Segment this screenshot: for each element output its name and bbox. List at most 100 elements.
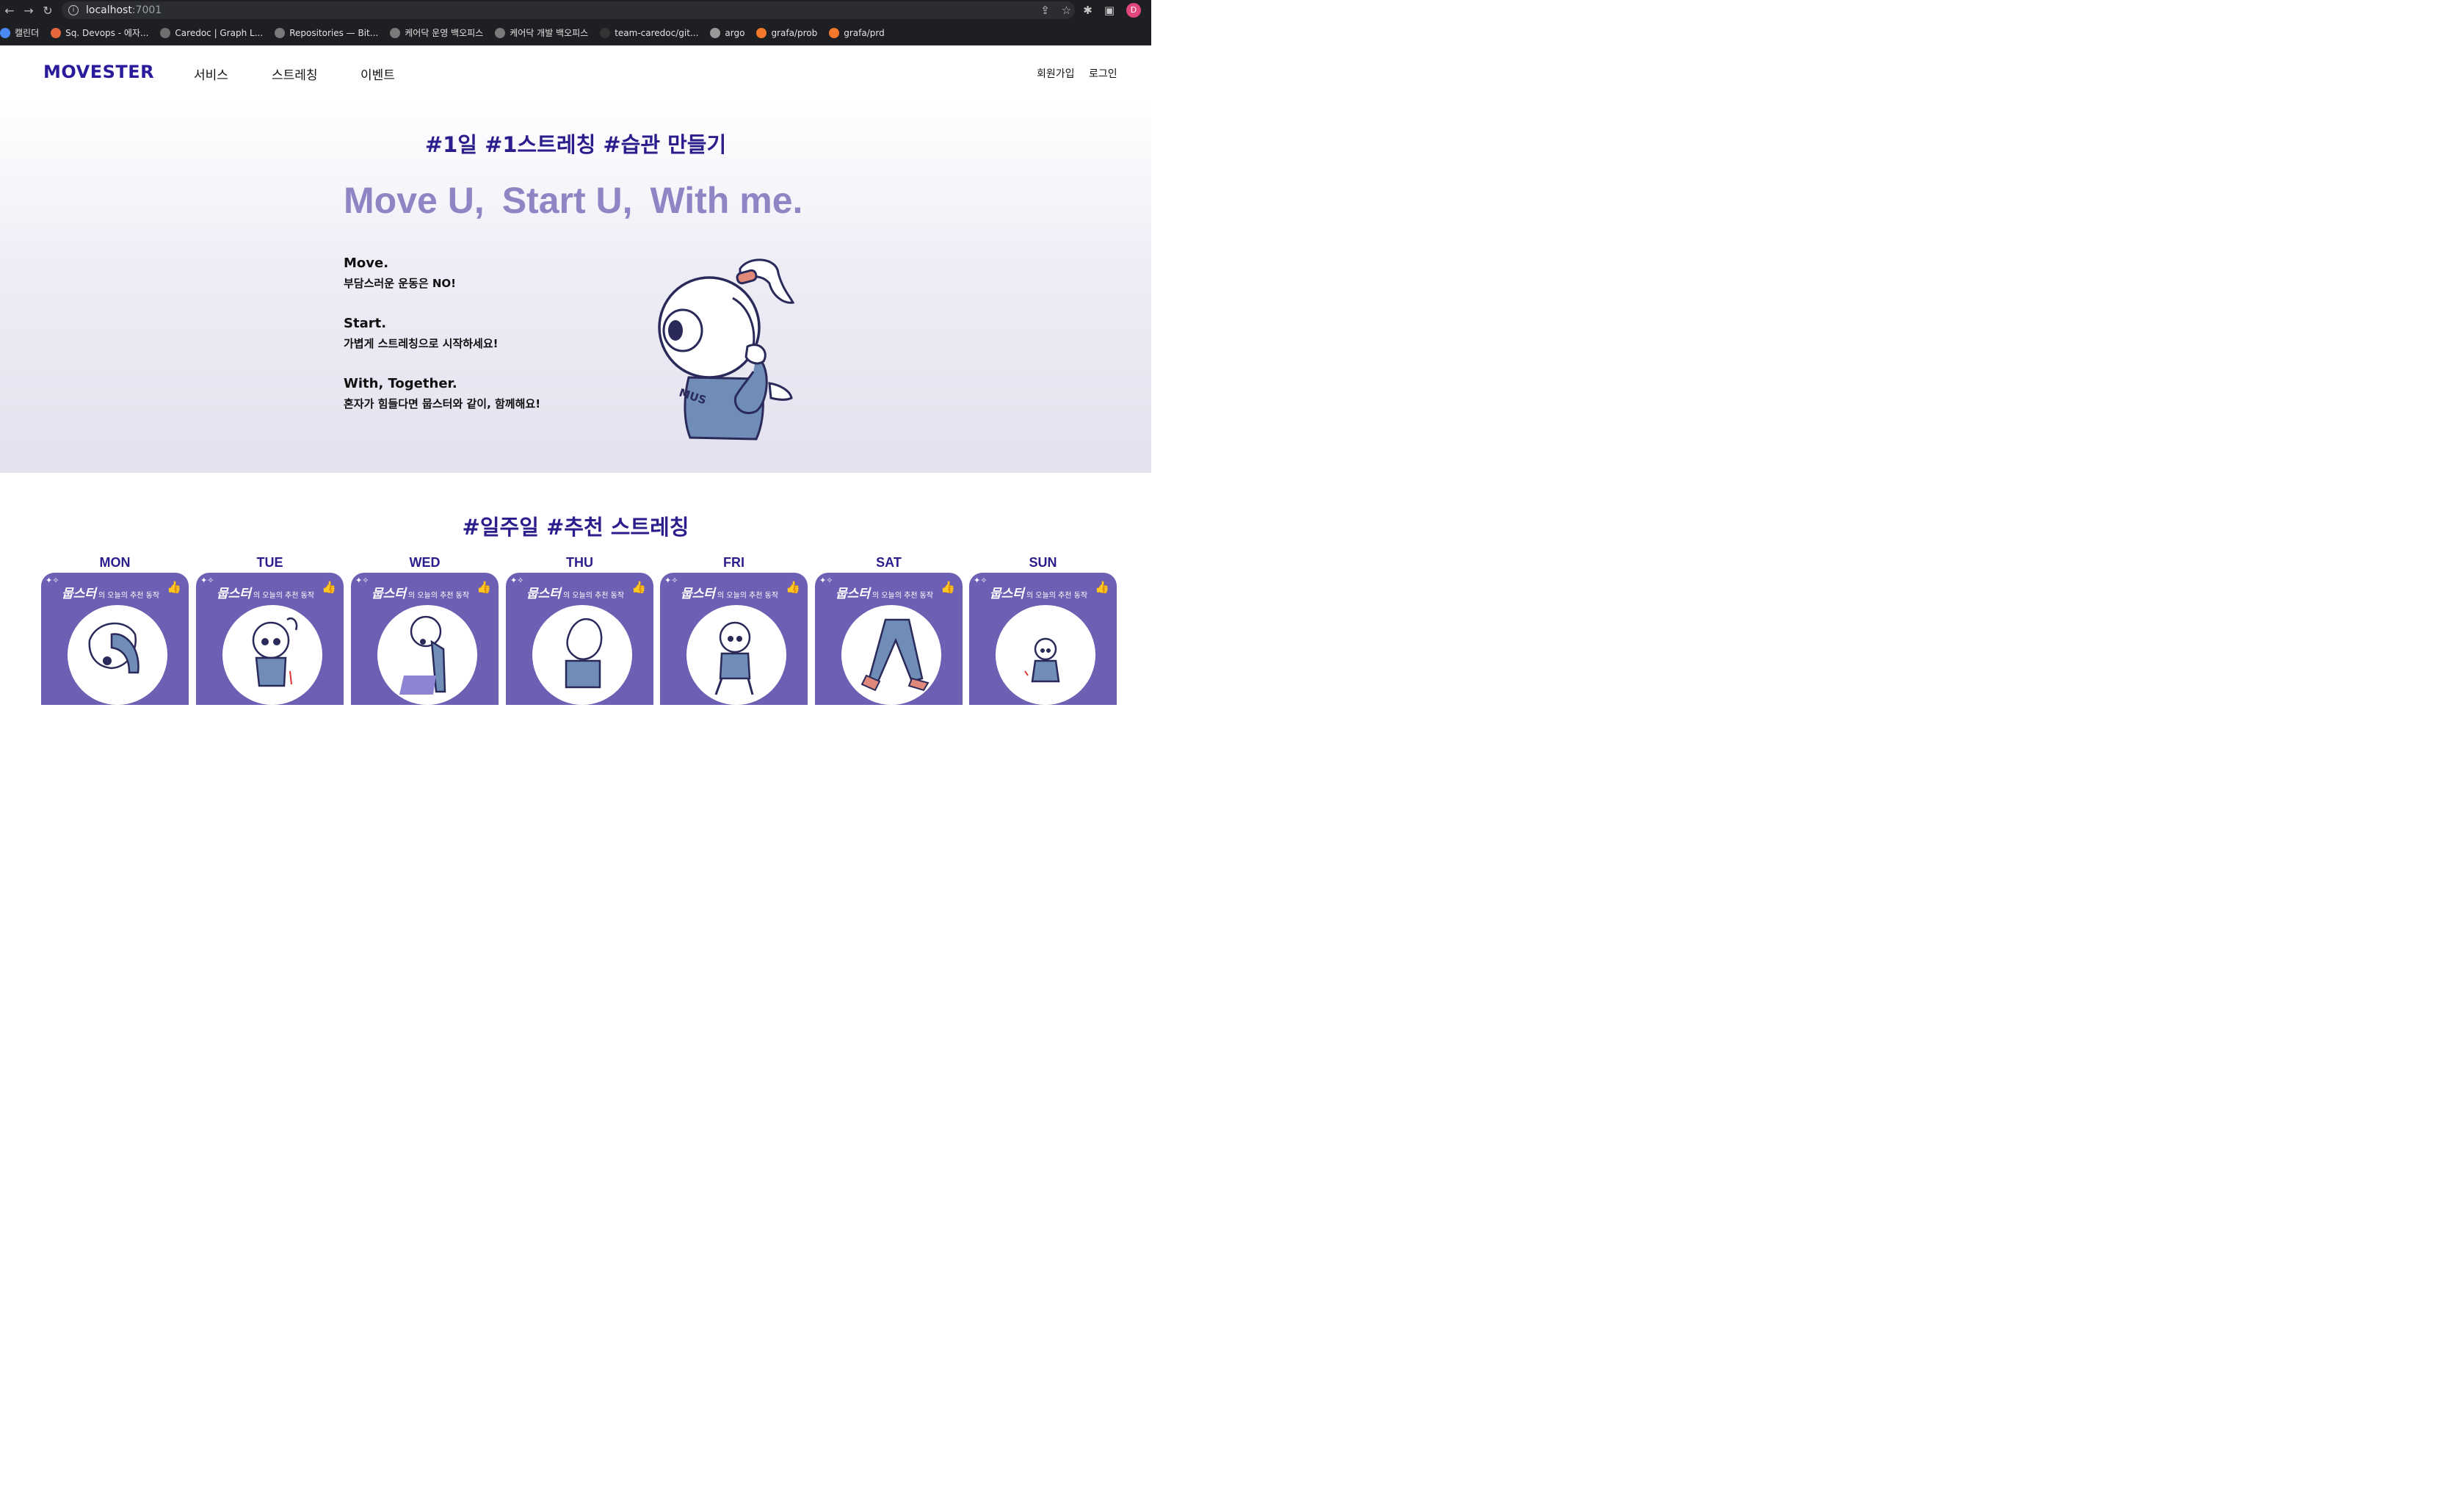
- day-card-sun[interactable]: SUN ✦✧ 👍 뭅스터 의 오늘의 추천 동작: [969, 555, 1117, 705]
- day-card-wed[interactable]: WED ✦✧ 👍 뭅스터 의 오늘의 추천 동작: [351, 555, 499, 705]
- browser-toolbar: ← → ↻ i localhost:7001 ⇪ ☆ ✱ ▣ D: [0, 0, 1151, 21]
- bookmark-favicon-icon: [51, 27, 62, 38]
- stretch-card[interactable]: ✦✧ 👍 뭅스터 의 오늘의 추천 동작: [41, 573, 189, 705]
- thumbs-up-icon: 👍: [167, 580, 181, 594]
- card-brand: 뭅스터: [62, 587, 96, 601]
- extensions-icon[interactable]: ✱: [1083, 4, 1093, 17]
- signup-link[interactable]: 회원가입: [1037, 66, 1075, 81]
- nav-item-stretching[interactable]: 스트레칭: [272, 65, 318, 83]
- bookmark-label: argo: [725, 27, 745, 38]
- share-icon[interactable]: ⇪: [1040, 4, 1050, 17]
- bookmark-favicon-icon: [275, 27, 286, 38]
- sparkle-icon: ✦✧: [46, 576, 59, 585]
- card-caption: 의 오늘의 추천 동작: [562, 592, 625, 600]
- site-info-icon[interactable]: i: [68, 5, 79, 15]
- bookmark-item[interactable]: Caredoc | Graph L...: [160, 27, 264, 38]
- back-icon[interactable]: ←: [0, 4, 19, 18]
- card-caption: 의 오늘의 추천 동작: [98, 592, 160, 600]
- thumbs-up-icon: 👍: [1095, 580, 1109, 594]
- stretch-illustration: [532, 605, 632, 705]
- sparkle-icon: ✦✧: [664, 576, 678, 585]
- feature-desc: 혼자가 힘들다면 뭅스터와 같이, 함께해요!: [344, 397, 541, 410]
- card-brand: 뭅스터: [526, 587, 561, 601]
- hero-tagline: #1일 #1스트레칭 #습관 만들기: [424, 132, 727, 157]
- stretch-pose-icon: [399, 615, 446, 695]
- thumbs-up-icon: 👍: [477, 580, 491, 594]
- bookmark-star-icon[interactable]: ☆: [1062, 4, 1071, 17]
- slogan-part: Move U,: [344, 180, 485, 221]
- profile-avatar[interactable]: D: [1126, 3, 1141, 18]
- card-title: 뭅스터 의 오늘의 추천 동작: [62, 583, 159, 601]
- bookmark-favicon-icon: [0, 27, 10, 38]
- feature-together: With, Together. 혼자가 힘들다면 뭅스터와 같이, 함께해요!: [344, 376, 540, 411]
- day-label: WED: [409, 555, 441, 570]
- feature-title: With, Together.: [344, 376, 457, 391]
- card-caption: 의 오늘의 추천 동작: [1026, 592, 1088, 600]
- site-logo[interactable]: MOVESTER: [43, 62, 154, 82]
- address-bar[interactable]: i localhost:7001: [62, 1, 1075, 19]
- bookmark-item[interactable]: 케어닥 운영 백오피스: [390, 26, 483, 39]
- card-brand: 뭅스터: [217, 587, 251, 601]
- sparkle-icon: ✦✧: [510, 576, 524, 585]
- bookmark-label: grafa/prob: [771, 27, 818, 38]
- bookmark-label: Sq. Devops - 에자...: [65, 28, 149, 38]
- stretch-pose-icon: [860, 618, 930, 692]
- bookmark-favicon-icon: [495, 27, 506, 38]
- thumbs-up-icon: 👍: [631, 580, 646, 594]
- card-title: 뭅스터 의 오늘의 추천 동작: [681, 583, 778, 601]
- bookmark-item[interactable]: argo: [710, 27, 745, 38]
- feature-desc: 부담스러운 운동은 NO!: [344, 277, 456, 290]
- bookmark-item[interactable]: 캘린더: [0, 26, 39, 39]
- stretch-card[interactable]: ✦✧ 👍 뭅스터 의 오늘의 추천 동작: [196, 573, 344, 705]
- slogan-part: Start U,: [501, 180, 633, 221]
- stretch-card[interactable]: ✦✧ 👍 뭅스터 의 오늘의 추천 동작: [351, 573, 499, 705]
- url-port: :7001: [131, 4, 162, 16]
- card-brand: 뭅스터: [681, 587, 715, 601]
- feature-move: Move. 부담스러운 운동은 NO!: [344, 256, 456, 291]
- stretch-pose-icon: [1024, 637, 1060, 683]
- weekly-title: #일주일 #추천 스트레칭: [462, 515, 689, 540]
- stretch-card[interactable]: ✦✧ 👍 뭅스터 의 오늘의 추천 동작: [815, 573, 963, 705]
- url-host: localhost: [86, 4, 132, 16]
- bookmark-label: 케어닥 운영 백오피스: [405, 28, 484, 38]
- day-label: TUE: [256, 555, 283, 570]
- login-link[interactable]: 로그인: [1089, 66, 1117, 81]
- bookmark-favicon-icon: [160, 27, 171, 38]
- bookmark-item[interactable]: Sq. Devops - 에자...: [51, 26, 148, 39]
- bookmark-favicon-icon: [390, 27, 401, 38]
- stretch-card[interactable]: ✦✧ 👍 뭅스터 의 오늘의 추천 동작: [506, 573, 653, 705]
- day-card-mon[interactable]: MON ✦✧ 👍 뭅스터 의 오늘의 추천 동작: [41, 555, 189, 705]
- stretch-illustration: [841, 605, 941, 705]
- day-card-thu[interactable]: THU ✦✧ 👍 뭅스터 의 오늘의 추천 동작: [506, 555, 653, 705]
- sparkle-icon: ✦✧: [819, 576, 833, 585]
- site-header: MOVESTER 서비스 스트레칭 이벤트 회원가입 로그인: [0, 46, 1151, 100]
- hero-section: #1일 #1스트레칭 #습관 만들기 Move U, Start U, With m…: [0, 100, 1151, 473]
- card-title: 뭅스터 의 오늘의 추천 동작: [217, 583, 314, 601]
- reload-icon[interactable]: ↻: [38, 4, 57, 18]
- nav-item-event[interactable]: 이벤트: [360, 65, 395, 83]
- stretch-pose-icon: [252, 618, 298, 687]
- bookmark-item[interactable]: team-caredoc/git...: [600, 27, 698, 38]
- day-card-sat[interactable]: SAT ✦✧ 👍 뭅스터 의 오늘의 추천 동작: [815, 555, 963, 705]
- day-card-tue[interactable]: TUE ✦✧ 👍 뭅스터 의 오늘의 추천 동작: [196, 555, 344, 705]
- bookmark-item[interactable]: Repositories — Bit...: [275, 27, 379, 38]
- feature-title: Start.: [344, 316, 387, 331]
- sidebar-icon[interactable]: ▣: [1104, 4, 1115, 17]
- bookmark-item[interactable]: grafa/prob: [756, 27, 818, 38]
- forward-icon[interactable]: →: [19, 4, 38, 18]
- stretch-card[interactable]: ✦✧ 👍 뭅스터 의 오늘의 추천 동작: [969, 573, 1117, 705]
- hero-slogan: Move U, Start U, With me.: [344, 179, 820, 222]
- nav-item-service[interactable]: 서비스: [194, 65, 228, 83]
- stretch-illustration: [222, 605, 322, 705]
- stretch-pose-icon: [88, 622, 139, 674]
- bookmark-label: Repositories — Bit...: [289, 27, 379, 38]
- bookmark-favicon-icon: [829, 27, 840, 38]
- stretch-card[interactable]: ✦✧ 👍 뭅스터 의 오늘의 추천 동작: [660, 573, 808, 705]
- day-card-fri[interactable]: FRI ✦✧ 👍 뭅스터 의 오늘의 추천 동작: [660, 555, 808, 705]
- bookmark-item[interactable]: 케어닥 개발 백오피스: [495, 26, 588, 39]
- bookmark-item[interactable]: grafa/prd: [829, 27, 885, 38]
- bookmark-label: Caredoc | Graph L...: [175, 27, 264, 38]
- stretch-illustration: [377, 605, 477, 705]
- card-caption: 의 오늘의 추천 동작: [717, 592, 779, 600]
- card-caption: 의 오늘의 추천 동작: [872, 592, 934, 600]
